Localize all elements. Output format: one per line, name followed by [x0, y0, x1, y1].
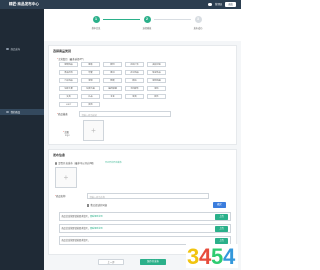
user-area: 管理员 退出 — [208, 1, 236, 8]
prev-button[interactable]: 上一步 — [98, 259, 124, 265]
category-option[interactable]: 母婴 — [81, 70, 100, 75]
sidebar: 商品发布 我的商品 — [0, 9, 44, 270]
image-upload[interactable]: + — [55, 167, 77, 188]
description-input[interactable]: 请输入商品描述 — [79, 111, 171, 117]
upload-button[interactable]: 上传 — [215, 225, 228, 232]
sidebar-item-label: 商品发布 — [10, 48, 21, 51]
category-option[interactable]: 服装 — [81, 62, 100, 67]
upload-row: 商品信息管理请按要求填写，查看规则说明 — [59, 224, 231, 233]
sidebar-item-publish[interactable]: 商品发布 — [0, 46, 44, 52]
plus-icon: + — [63, 172, 69, 182]
watermark-logo: 3 4 5 4 — [186, 244, 238, 268]
menu-icon — [6, 110, 9, 114]
step-connector — [103, 19, 140, 20]
category-option[interactable]: 汽车用品 — [59, 78, 78, 83]
category-option[interactable]: 手机配件 — [125, 86, 144, 91]
product-name-label: *商品名称 — [55, 195, 66, 198]
step-number: 2 — [143, 16, 151, 23]
publish-option-link[interactable]: 不公开并开启发布 — [105, 161, 122, 164]
category-option[interactable]: 办公用品 — [125, 70, 144, 75]
avatar[interactable] — [208, 2, 213, 7]
logo-sublabel: logo — [65, 134, 70, 137]
logo-upload[interactable]: + — [83, 120, 104, 141]
upload-button[interactable]: 上传 — [215, 213, 228, 220]
category-option[interactable]: 文具 — [59, 94, 78, 99]
category-option[interactable]: 数码 — [103, 62, 122, 67]
category-option[interactable]: 宠物 — [81, 78, 100, 83]
category-card: 选择商品类别 *主营类目（最多选择3个） 家居用品 服装 数码 运动户外 美妆护… — [48, 45, 237, 145]
top-bar: 精匠·商品发布中心 管理员 退出 — [0, 0, 241, 9]
user-name[interactable]: 管理员 — [215, 2, 222, 6]
category-option[interactable]: 珠宝饰品 — [147, 70, 166, 75]
step-indicator: 1 基本信息 2 选择模板 3 发布成功 — [44, 9, 241, 41]
category-option[interactable]: LOFT — [59, 102, 78, 107]
upload-row-text: 商品信息管理请按要求填写， — [61, 215, 90, 218]
logout-button[interactable]: 退出 — [225, 1, 236, 8]
watermark-digit: 3 — [187, 244, 199, 268]
category-option[interactable]: 美妆护肤 — [147, 62, 166, 67]
step-label: 基本信息 — [91, 28, 101, 30]
category-option[interactable]: 医药保健 — [103, 86, 122, 91]
category-option[interactable]: 家居用品 — [59, 62, 78, 67]
publish-option-label: 是否开启发布（最多可以开启3项） — [55, 161, 96, 165]
step-number: 1 — [92, 16, 100, 23]
category-option[interactable]: 家纺 — [147, 86, 166, 91]
step-label: 选择模板 — [142, 28, 152, 30]
category-option[interactable]: 五金 — [103, 94, 122, 99]
category-option[interactable]: 箱包 — [125, 78, 144, 83]
category-option[interactable]: 图书 — [103, 70, 122, 75]
step-connector — [154, 19, 191, 20]
confirm-button[interactable]: 确定 — [213, 202, 226, 208]
agree-label: 我已阅读并同意 — [87, 203, 107, 207]
upload-row-link[interactable]: 查看规则说明 — [90, 216, 102, 218]
watermark-digit: 5 — [211, 244, 223, 268]
category-option[interactable]: 家具 — [125, 94, 144, 99]
product-name-input[interactable]: 请输入商品名称 — [87, 193, 209, 199]
sidebar-item-my-products[interactable]: 我的商品 — [0, 109, 44, 115]
watermark-digit: 4 — [223, 244, 236, 268]
category-option[interactable]: 园艺 — [147, 94, 166, 99]
publish-card: 发布信息 是否开启发布（最多可以开启3项） 不公开并开启发布 + *商品名称 请… — [48, 149, 237, 255]
category-option[interactable]: 玩具乐器 — [81, 86, 100, 91]
description-label: *商品描述 — [57, 113, 68, 116]
menu-icon — [6, 47, 9, 51]
plus-icon: + — [91, 125, 96, 135]
main-content: 1 基本信息 2 选择模板 3 发布成功 选择商品类别 *主营类目（最多选择3个… — [44, 9, 241, 270]
upload-row-text: 商品信息管理请按要求填写， — [61, 239, 90, 242]
sidebar-item-label: 我的商品 — [10, 111, 21, 114]
category-label: *主营类目（最多选择3个） — [57, 58, 86, 61]
upload-row-link[interactable]: 查看规则说明 — [90, 228, 102, 230]
upload-row-text: 商品信息管理请按要求填写， — [61, 227, 90, 230]
category-option[interactable]: 生鲜水果 — [59, 86, 78, 91]
category-option[interactable]: 运动户外 — [125, 62, 144, 67]
step-2: 2 选择模板 — [136, 16, 158, 30]
step-number: 3 — [194, 16, 202, 23]
section-title: 选择商品类别 — [53, 49, 72, 53]
next-button[interactable]: 保存并发布 — [140, 259, 166, 265]
step-1: 1 基本信息 — [85, 16, 107, 30]
category-option[interactable]: 鞋靴 — [103, 78, 122, 83]
step-3: 3 发布成功 — [187, 16, 209, 30]
category-option[interactable]: 其他 — [81, 102, 100, 107]
upload-row: 商品信息管理请按要求填写，查看规则说明 — [59, 212, 231, 221]
upload-button[interactable]: 上传 — [215, 237, 228, 244]
category-option[interactable]: 食品饮料 — [59, 70, 78, 75]
step-label: 发布成功 — [193, 28, 203, 30]
category-option[interactable]: 家用电器 — [147, 78, 166, 83]
category-option[interactable]: 礼品 — [81, 94, 100, 99]
section-title: 发布信息 — [53, 153, 66, 157]
app-title: 精匠·商品发布中心 — [9, 2, 39, 6]
